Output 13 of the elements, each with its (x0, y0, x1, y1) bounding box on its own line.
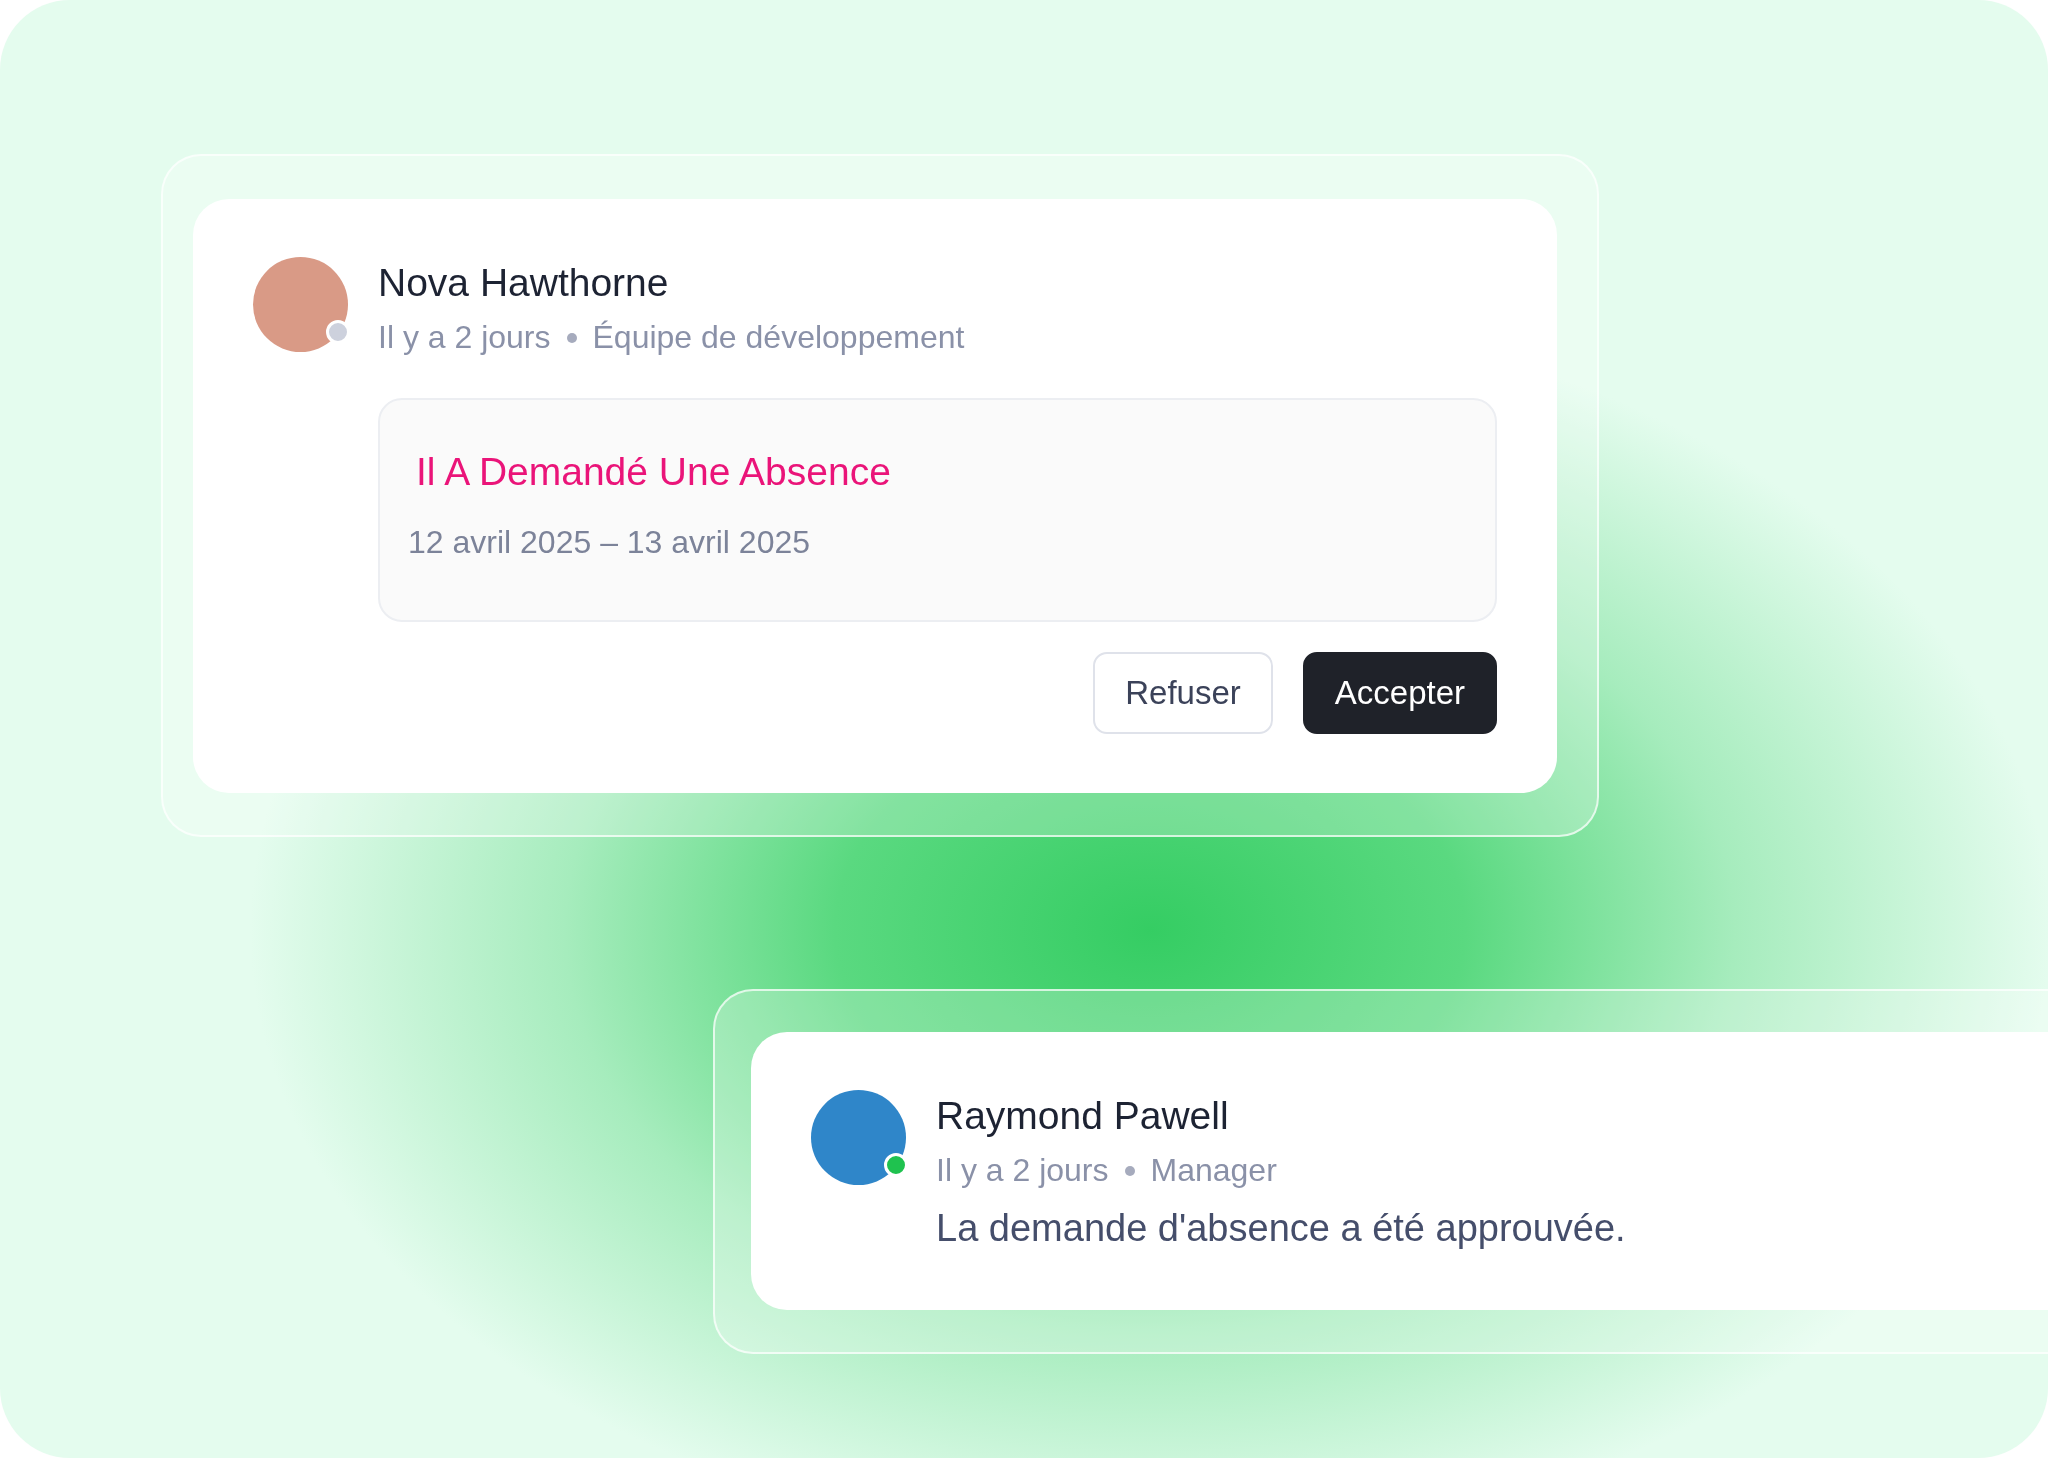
message-text: La demande d'absence a été approuvée. (936, 1207, 1627, 1250)
team-label: Équipe de développement (592, 319, 965, 356)
timestamp: Il y a 2 jours (936, 1152, 1109, 1189)
request-title: Il A Demandé Une Absence (415, 450, 892, 494)
user-name: Nova Hawthorne (378, 260, 670, 306)
separator-dot (1124, 1165, 1135, 1176)
separator-dot (566, 332, 577, 343)
accept-button[interactable]: Accepter (1302, 652, 1497, 734)
date-range: 12 avril 2025 – 13 avril 2025 (408, 524, 812, 561)
decline-button[interactable]: Refuser (1093, 652, 1273, 734)
user-name: Raymond Pawell (936, 1093, 1230, 1139)
team-label: Manager (1150, 1152, 1277, 1189)
timestamp: Il y a 2 jours (378, 319, 551, 356)
